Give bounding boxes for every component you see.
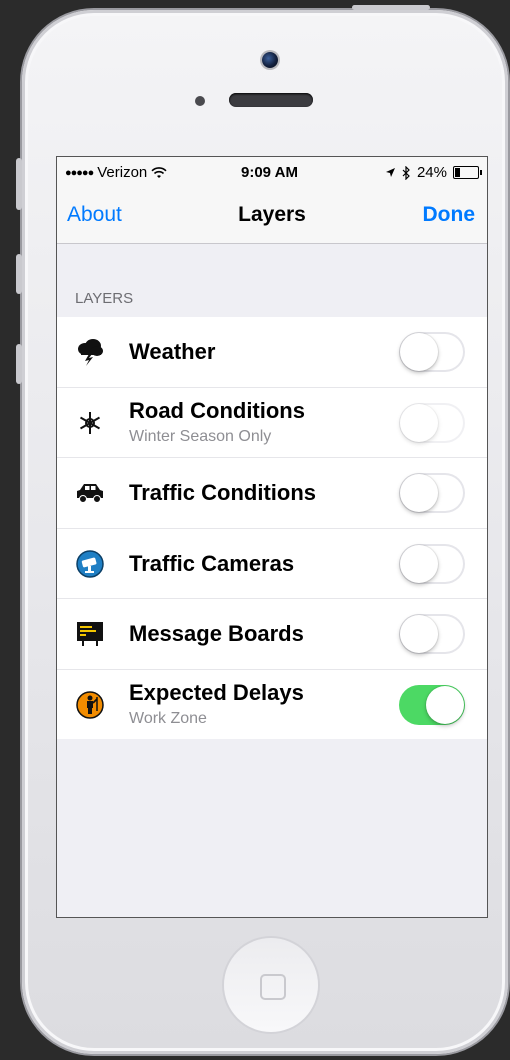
proximity-sensor <box>195 96 205 106</box>
snowflake-icon <box>75 408 105 438</box>
navigation-bar: About Layers Done <box>57 187 487 244</box>
layers-list: Weather Road Conditions Winter Season On… <box>57 317 487 739</box>
wifi-icon <box>151 166 167 178</box>
status-bar: ●●●●● Verizon 9:09 AM 24% <box>57 157 487 187</box>
screen: ●●●●● Verizon 9:09 AM 24% About Layers D… <box>56 156 488 918</box>
mute-switch <box>16 158 22 210</box>
toggle-knob <box>400 474 438 512</box>
clock: 9:09 AM <box>241 164 298 181</box>
weather-toggle[interactable] <box>399 332 465 372</box>
section-header-label: LAYERS <box>75 290 134 307</box>
battery-percent: 24% <box>416 164 447 181</box>
camera-icon <box>75 549 105 579</box>
home-button-square <box>260 974 286 1000</box>
done-button[interactable]: Done <box>423 203 476 227</box>
battery-icon <box>453 166 482 179</box>
earpiece-speaker <box>229 93 313 107</box>
message-board-icon <box>75 619 105 649</box>
traffic-cameras-toggle[interactable] <box>399 543 465 584</box>
layer-subtitle: Work Zone <box>129 709 207 727</box>
layer-row-traffic-conditions[interactable]: Traffic Conditions <box>57 458 487 529</box>
layer-title: Weather <box>129 339 216 364</box>
bluetooth-icon <box>402 165 410 180</box>
layer-row-traffic-cameras[interactable]: Traffic Cameras <box>57 529 487 599</box>
toggle-knob <box>426 685 464 724</box>
layer-row-weather[interactable]: Weather <box>57 317 487 388</box>
signal-strength-icon: ●●●●● <box>65 166 94 179</box>
layer-row-expected-delays[interactable]: Expected Delays Work Zone <box>57 670 487 740</box>
toggle-knob <box>400 615 438 653</box>
volume-down-button <box>16 344 22 384</box>
carrier-label: Verizon <box>97 164 148 181</box>
layer-title: Road Conditions <box>129 397 305 423</box>
layer-title: Traffic Conditions <box>129 480 316 505</box>
layer-subtitle: Winter Season Only <box>129 427 272 445</box>
storm-cloud-icon <box>75 337 105 367</box>
expected-delays-toggle[interactable] <box>399 684 465 725</box>
road-conditions-toggle[interactable] <box>399 402 465 443</box>
layer-row-message-boards[interactable]: Message Boards <box>57 599 487 670</box>
toggle-knob <box>400 333 438 371</box>
toggle-knob <box>400 403 438 442</box>
power-button <box>352 5 430 10</box>
toggle-knob <box>400 544 438 583</box>
home-button[interactable] <box>224 938 318 1032</box>
section-header: LAYERS <box>57 244 487 317</box>
front-camera <box>262 52 278 68</box>
volume-up-button <box>16 254 22 294</box>
layer-row-road-conditions[interactable]: Road Conditions Winter Season Only <box>57 388 487 458</box>
layer-title: Message Boards <box>129 621 304 646</box>
car-icon <box>75 478 105 508</box>
layer-title: Expected Delays <box>129 679 304 705</box>
work-zone-icon <box>75 690 105 720</box>
location-arrow-icon <box>385 168 395 177</box>
message-boards-toggle[interactable] <box>399 614 465 654</box>
traffic-conditions-toggle[interactable] <box>399 473 465 513</box>
layer-title: Traffic Cameras <box>129 550 295 576</box>
